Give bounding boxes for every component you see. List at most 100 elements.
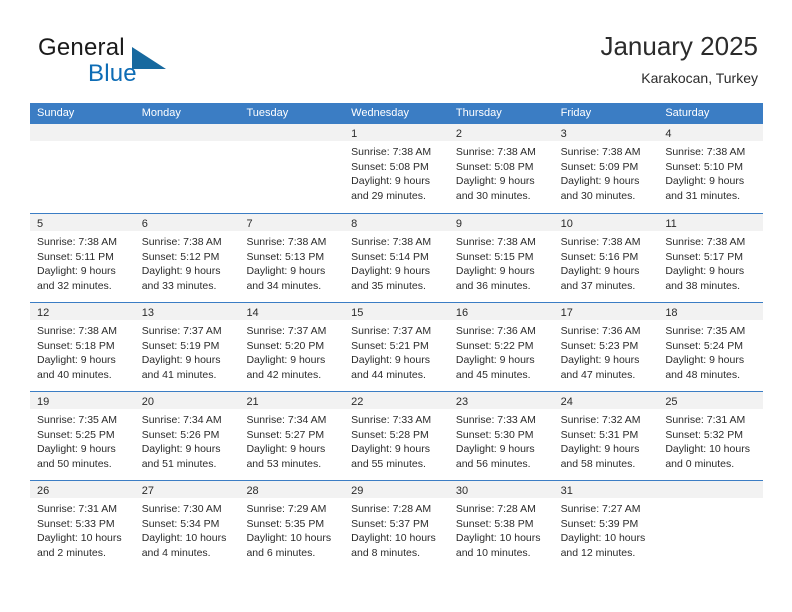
day-number-bar: [134, 124, 240, 141]
calendar-day-cell[interactable]: 10 Sunrise: 7:38 AM Sunset: 5:16 PM Dayligh…: [553, 214, 659, 302]
day-detail-line: Sunrise: 7:30 AM: [141, 503, 222, 515]
calendar-day-cell[interactable]: 8 Sunrise: 7:38 AM Sunset: 5:14 PM Daylight…: [344, 214, 449, 302]
weekday-header-sunday: Sunday: [37, 107, 75, 119]
calendar-day-cell[interactable]: 2 Sunrise: 7:38 AM Sunset: 5:08 PM Daylight…: [448, 124, 554, 213]
day-detail-line: Daylight: 9 hours: [665, 354, 745, 367]
day-detail-line: Daylight: 9 hours: [246, 354, 326, 367]
day-detail-line: Sunrise: 7:38 AM: [455, 146, 536, 158]
day-detail-line: Daylight: 9 hours: [37, 443, 116, 456]
day-detail-line: Sunrise: 7:37 AM: [246, 325, 327, 337]
day-detail-line: Sunrise: 7:38 AM: [665, 236, 746, 248]
calendar-day-cell[interactable]: 20 Sunrise: 7:34 AM Sunset: 5:26 PM Dayligh…: [134, 392, 240, 480]
calendar-day-cell[interactable]: 26 Sunrise: 7:31 AM Sunset: 5:33 PM Dayligh…: [30, 481, 135, 569]
day-number-bar: 23: [448, 392, 554, 409]
logo-text-general: General: [38, 34, 125, 61]
day-number-bar: 6: [134, 214, 240, 231]
calendar-day-cell[interactable]: 9 Sunrise: 7:38 AM Sunset: 5:15 PM Daylight…: [448, 214, 554, 302]
calendar-day-cell[interactable]: 11 Sunrise: 7:38 AM Sunset: 5:17 PM Dayligh…: [658, 214, 764, 302]
calendar-day-cell[interactable]: 31 Sunrise: 7:27 AM Sunset: 5:39 PM Dayligh…: [553, 481, 659, 569]
day-number-bar: 25: [658, 392, 764, 409]
day-details: Sunrise: 7:34 AM Sunset: 5:27 PM Daylight:…: [239, 409, 344, 471]
day-detail-line: Sunset: 5:23 PM: [560, 339, 639, 352]
calendar-day-cell[interactable]: 12 Sunrise: 7:38 AM Sunset: 5:18 PM Dayligh…: [30, 303, 135, 391]
day-detail-line: Sunset: 5:08 PM: [351, 160, 429, 173]
calendar-day-cell[interactable]: 4 Sunrise: 7:38 AM Sunset: 5:10 PM Daylight…: [658, 124, 764, 213]
general-blue-logo[interactable]: General Blue: [38, 34, 238, 90]
calendar-day-cell[interactable]: 22 Sunrise: 7:33 AM Sunset: 5:28 PM Dayligh…: [344, 392, 449, 480]
calendar-day-cell[interactable]: 14 Sunrise: 7:37 AM Sunset: 5:20 PM Dayligh…: [239, 303, 345, 391]
day-number: 6: [141, 218, 148, 230]
day-details: [239, 141, 344, 145]
day-detail-line: Sunset: 5:12 PM: [141, 250, 220, 263]
day-detail-line: Daylight: 9 hours: [37, 265, 116, 278]
day-detail-line: Sunset: 5:20 PM: [246, 339, 325, 352]
day-number-bar: 5: [30, 214, 135, 231]
day-number: 18: [665, 307, 678, 319]
calendar-day-cell[interactable]: 18 Sunrise: 7:35 AM Sunset: 5:24 PM Dayligh…: [658, 303, 764, 391]
calendar-week-row: 5 Sunrise: 7:38 AM Sunset: 5:11 PM Daylight…: [30, 213, 764, 302]
day-detail-line: and 38 minutes.: [665, 279, 741, 292]
calendar-day-cell[interactable]: 5 Sunrise: 7:38 AM Sunset: 5:11 PM Daylight…: [30, 214, 135, 302]
day-details: Sunrise: 7:35 AM Sunset: 5:25 PM Daylight:…: [30, 409, 135, 471]
calendar-day-cell[interactable]: 17 Sunrise: 7:36 AM Sunset: 5:23 PM Dayligh…: [553, 303, 659, 391]
calendar-page: General Blue January 2025 Karakocan, Tur…: [0, 0, 792, 612]
day-number: 27: [141, 485, 154, 497]
day-detail-line: Sunset: 5:18 PM: [37, 339, 115, 352]
page-subtitle: Karakocan, Turkey: [641, 70, 758, 86]
day-detail-line: and 8 minutes.: [351, 546, 421, 559]
calendar-day-cell[interactable]: 1 Sunrise: 7:38 AM Sunset: 5:08 PM Daylight…: [344, 124, 449, 213]
day-detail-line: and 6 minutes.: [246, 546, 316, 559]
day-number-bar: 2: [448, 124, 554, 141]
calendar-week-row: 1 Sunrise: 7:38 AM Sunset: 5:08 PM Daylight…: [30, 124, 764, 213]
day-detail-line: Sunrise: 7:28 AM: [455, 503, 536, 515]
calendar-day-cell[interactable]: 23 Sunrise: 7:33 AM Sunset: 5:30 PM Dayligh…: [448, 392, 554, 480]
day-detail-line: Daylight: 9 hours: [246, 265, 326, 278]
day-detail-line: and 12 minutes.: [560, 546, 636, 559]
calendar-day-cell[interactable]: 30 Sunrise: 7:28 AM Sunset: 5:38 PM Dayligh…: [448, 481, 554, 569]
day-number-bar: 15: [344, 303, 449, 320]
calendar-day-cell[interactable]: 3 Sunrise: 7:38 AM Sunset: 5:09 PM Daylight…: [553, 124, 659, 213]
day-detail-line: Sunrise: 7:38 AM: [351, 146, 432, 158]
day-number: 31: [560, 485, 573, 497]
calendar-empty-cell: [239, 124, 345, 213]
day-detail-line: Sunrise: 7:38 AM: [455, 236, 536, 248]
day-details: Sunrise: 7:38 AM Sunset: 5:13 PM Daylight:…: [239, 231, 344, 293]
day-details: Sunrise: 7:37 AM Sunset: 5:20 PM Daylight:…: [239, 320, 344, 382]
day-detail-line: Sunrise: 7:38 AM: [246, 236, 327, 248]
day-details: Sunrise: 7:35 AM Sunset: 5:24 PM Daylight:…: [658, 320, 763, 382]
day-number-bar: 7: [239, 214, 345, 231]
day-number: 7: [246, 218, 253, 230]
calendar-day-cell[interactable]: 19 Sunrise: 7:35 AM Sunset: 5:25 PM Dayligh…: [30, 392, 135, 480]
day-detail-line: and 4 minutes.: [141, 546, 211, 559]
day-number-bar: 21: [239, 392, 345, 409]
day-detail-line: Daylight: 9 hours: [560, 175, 640, 188]
day-detail-line: Daylight: 9 hours: [141, 265, 221, 278]
day-detail-line: and 0 minutes.: [665, 457, 735, 470]
day-detail-line: Daylight: 9 hours: [455, 354, 535, 367]
calendar-day-cell[interactable]: 29 Sunrise: 7:28 AM Sunset: 5:37 PM Dayligh…: [344, 481, 449, 569]
calendar-day-cell[interactable]: 16 Sunrise: 7:36 AM Sunset: 5:22 PM Dayligh…: [448, 303, 554, 391]
day-detail-line: Sunset: 5:32 PM: [665, 428, 743, 441]
calendar-day-cell[interactable]: 27 Sunrise: 7:30 AM Sunset: 5:34 PM Dayligh…: [134, 481, 240, 569]
calendar-day-cell[interactable]: 13 Sunrise: 7:37 AM Sunset: 5:19 PM Dayligh…: [134, 303, 240, 391]
day-number: 11: [665, 218, 677, 230]
calendar-day-cell[interactable]: 6 Sunrise: 7:38 AM Sunset: 5:12 PM Daylight…: [134, 214, 240, 302]
calendar-day-cell[interactable]: 15 Sunrise: 7:37 AM Sunset: 5:21 PM Dayligh…: [344, 303, 449, 391]
day-detail-line: Sunset: 5:21 PM: [351, 339, 429, 352]
day-detail-line: Sunset: 5:27 PM: [246, 428, 325, 441]
calendar-day-cell[interactable]: 7 Sunrise: 7:38 AM Sunset: 5:13 PM Daylight…: [239, 214, 345, 302]
weekday-header-friday: Friday: [560, 107, 592, 119]
calendar-grid: Sunday Monday Tuesday Wednesday Thursday Frid…: [30, 103, 764, 569]
day-detail-line: and 53 minutes.: [246, 457, 322, 470]
day-details: Sunrise: 7:38 AM Sunset: 5:08 PM Daylight:…: [449, 141, 554, 203]
day-detail-line: Sunrise: 7:34 AM: [246, 414, 327, 426]
calendar-day-cell[interactable]: 21 Sunrise: 7:34 AM Sunset: 5:27 PM Dayligh…: [239, 392, 345, 480]
calendar-empty-cell: [134, 124, 240, 213]
day-detail-line: Daylight: 9 hours: [665, 265, 745, 278]
day-number: 5: [37, 218, 44, 230]
day-detail-line: and 47 minutes.: [560, 368, 636, 381]
calendar-day-cell[interactable]: 25 Sunrise: 7:31 AM Sunset: 5:32 PM Dayligh…: [658, 392, 764, 480]
calendar-day-cell[interactable]: 28 Sunrise: 7:29 AM Sunset: 5:35 PM Dayligh…: [239, 481, 345, 569]
calendar-day-cell[interactable]: 24 Sunrise: 7:32 AM Sunset: 5:31 PM Dayligh…: [553, 392, 659, 480]
day-detail-line: and 34 minutes.: [246, 279, 322, 292]
